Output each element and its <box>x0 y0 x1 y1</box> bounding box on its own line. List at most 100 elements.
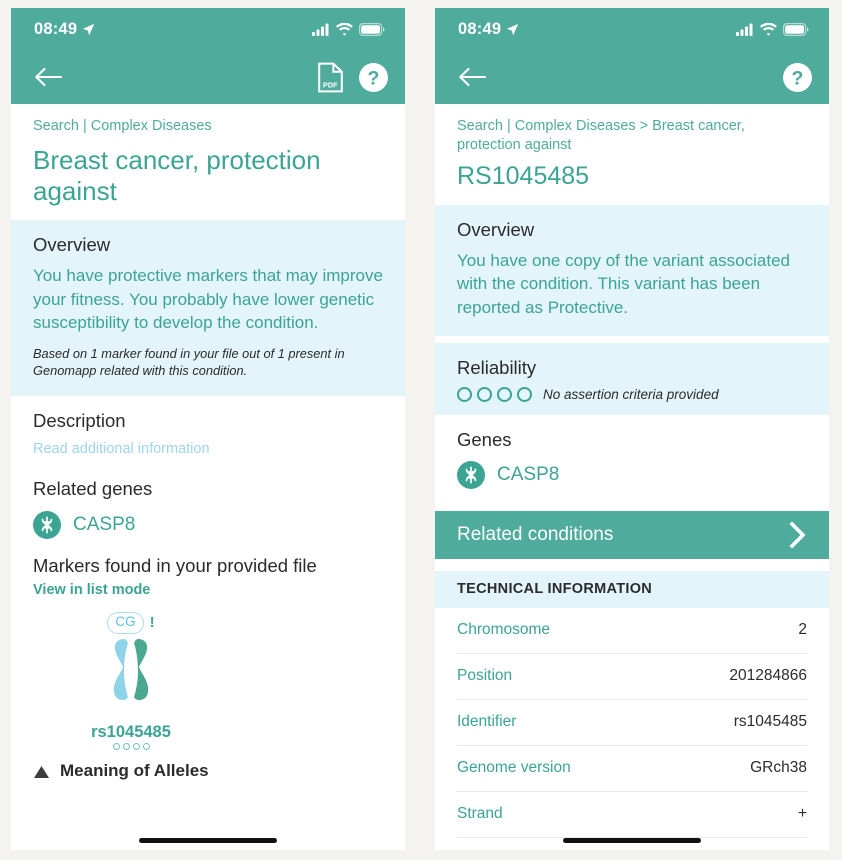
battery-icon <box>359 22 385 36</box>
description-heading: Description <box>33 410 126 432</box>
help-button[interactable]: ? <box>782 62 813 93</box>
pdf-export-button[interactable]: PDF <box>317 62 344 93</box>
svg-text:?: ? <box>368 67 380 89</box>
left-phone-screen: 08:49 PDF ? Search | Complex Diseases Br… <box>11 8 405 850</box>
row-value: + <box>797 805 807 823</box>
marker-id: rs1045485 <box>91 722 171 741</box>
wifi-icon <box>336 22 353 36</box>
marker-reliability-dots <box>112 742 150 750</box>
section-divider <box>435 336 829 344</box>
status-bar-icons <box>736 22 809 36</box>
dna-gene-icon <box>33 510 61 539</box>
read-additional-information-link[interactable]: Read additional information <box>33 441 383 457</box>
related-conditions-label: Related conditions <box>457 523 614 545</box>
chevron-right-icon <box>789 521 806 549</box>
marker-dot <box>132 742 140 750</box>
breadcrumb[interactable]: Search | Complex Diseases > Breast cance… <box>457 117 807 156</box>
svg-text:PDF: PDF <box>323 80 338 89</box>
page-title: Breast cancer, protection against <box>33 145 321 206</box>
gene-item[interactable]: CASP8 <box>33 510 383 539</box>
row-key: Strand <box>457 805 503 823</box>
back-button[interactable] <box>457 66 487 88</box>
technical-information-list: Chromosome 2 Position 201284866 Identifi… <box>435 607 829 838</box>
left-nav-bar: PDF ? <box>11 50 405 104</box>
status-bar-icons <box>312 22 385 36</box>
chromosome-icon <box>113 638 149 700</box>
pdf-document-icon: PDF <box>318 62 343 92</box>
gene-name: CASP8 <box>73 513 136 535</box>
meaning-of-alleles-label: Meaning of Alleles <box>60 763 209 780</box>
battery-icon <box>783 22 809 36</box>
reliability-dots <box>457 386 532 402</box>
back-arrow-icon <box>35 67 63 87</box>
breadcrumb[interactable]: Search | Complex Diseases <box>33 117 383 136</box>
genes-section: Genes CASP8 <box>435 414 829 511</box>
markers-heading: Markers found in your provided file <box>33 554 317 576</box>
marker-dot <box>122 742 130 750</box>
reliability-heading: Reliability <box>457 357 537 379</box>
location-arrow-icon <box>507 23 519 35</box>
table-row: Position 201284866 <box>457 654 807 700</box>
related-conditions-button[interactable]: Related conditions <box>435 510 829 559</box>
banner-gap <box>435 558 829 571</box>
back-arrow-icon <box>459 67 487 87</box>
overview-note: Based on 1 marker found in your file out… <box>33 345 345 378</box>
back-button[interactable] <box>33 66 63 88</box>
table-row: Genome version GRch38 <box>457 746 807 792</box>
status-bar-time: 08:49 <box>34 19 78 38</box>
row-value: 201284866 <box>729 667 807 685</box>
cellular-signal-icon <box>312 23 329 36</box>
overview-heading: Overview <box>33 234 111 256</box>
left-nav-actions: PDF ? <box>317 62 389 93</box>
table-row: Identifier rs1045485 <box>457 700 807 746</box>
reliability-dot <box>497 386 512 402</box>
meaning-of-alleles-row[interactable]: Meaning of Alleles <box>11 764 405 780</box>
help-question-icon: ? <box>783 62 812 92</box>
allele-line: CG ! <box>107 611 155 634</box>
overview-section: Overview You have protective markers tha… <box>11 220 405 397</box>
left-title-block: Search | Complex Diseases Breast cancer,… <box>11 104 405 221</box>
triangle-up-icon <box>34 765 49 778</box>
help-button[interactable]: ? <box>358 62 389 93</box>
svg-text:?: ? <box>792 67 804 89</box>
genes-heading: Genes <box>457 428 512 450</box>
status-bar-time-group: 08:49 <box>34 20 95 39</box>
marker-chromosome-card[interactable]: CG ! rs1045485 <box>71 611 191 750</box>
overview-body: You have protective markers that may imp… <box>33 266 383 333</box>
home-indicator[interactable] <box>563 838 701 843</box>
allele-badge: CG <box>107 611 144 634</box>
gene-name: CASP8 <box>497 463 560 485</box>
table-row: Chromosome 2 <box>457 608 807 654</box>
dual-screenshot-container: 08:49 PDF ? Search | Complex Diseases Br… <box>0 0 842 860</box>
row-key: Genome version <box>457 759 571 777</box>
location-arrow-icon <box>83 23 95 35</box>
help-question-icon: ? <box>359 62 388 92</box>
home-indicator[interactable] <box>139 838 277 843</box>
overview-heading: Overview <box>457 218 535 240</box>
overview-section: Overview You have one copy of the varian… <box>435 204 829 337</box>
wifi-icon <box>760 22 777 36</box>
row-key: Position <box>457 667 513 685</box>
row-key: Identifier <box>457 713 517 731</box>
view-in-list-mode-link[interactable]: View in list mode <box>33 582 383 598</box>
related-genes-section: Related genes CASP8 <box>11 474 405 547</box>
table-row: Strand + <box>457 792 807 838</box>
reliability-section: Reliability No assertion criteria provid… <box>435 343 829 415</box>
reliability-row: No assertion criteria provided <box>457 386 807 402</box>
status-bar: 08:49 <box>11 8 405 50</box>
gene-item[interactable]: CASP8 <box>457 460 807 489</box>
overview-body: You have one copy of the variant associa… <box>457 251 790 317</box>
technical-information-heading: TECHNICAL INFORMATION <box>435 570 829 608</box>
description-section: Description Read additional information <box>11 396 405 475</box>
row-value: GRch38 <box>750 759 807 777</box>
reliability-dot <box>477 386 492 402</box>
right-title-block: Search | Complex Diseases > Breast cance… <box>435 104 829 205</box>
right-phone-screen: 08:49 ? Search | Complex Diseases > Brea… <box>435 8 829 850</box>
reliability-dot <box>517 386 532 402</box>
marker-dot <box>112 742 120 750</box>
reliability-dot <box>457 386 472 402</box>
row-value: 2 <box>798 621 807 639</box>
right-nav-actions: ? <box>782 62 813 93</box>
reliability-text: No assertion criteria provided <box>543 386 719 402</box>
marker-dot <box>142 742 150 750</box>
